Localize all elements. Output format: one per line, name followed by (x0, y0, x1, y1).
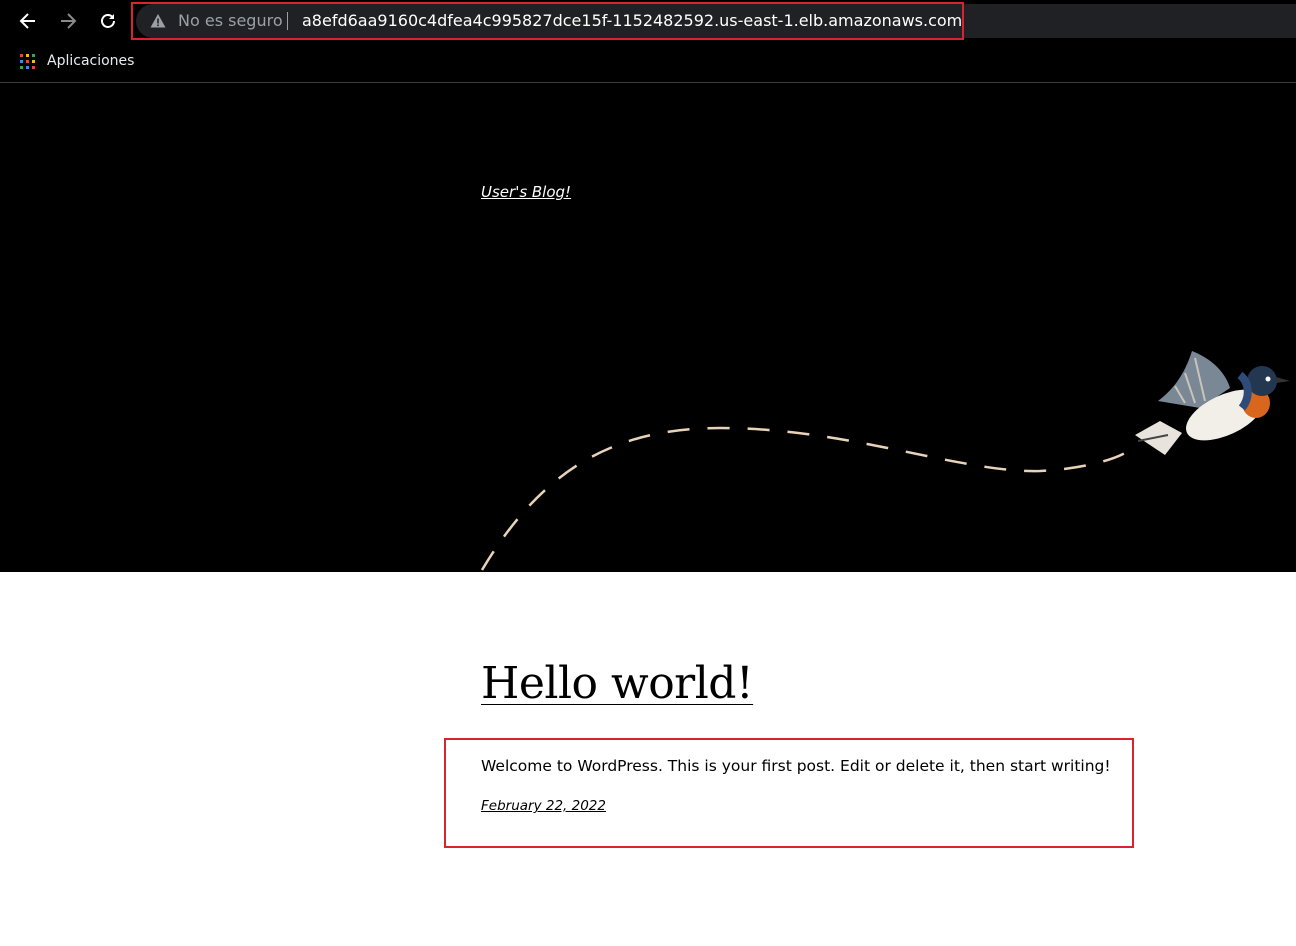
forward-button[interactable] (53, 6, 83, 36)
post-date-link[interactable]: February 22, 2022 (481, 798, 606, 814)
warning-triangle-icon[interactable] (150, 13, 166, 29)
browser-toolbar: No es seguro a8efd6aa9160c4dfea4c995827d… (0, 0, 1296, 42)
url-text[interactable]: a8efd6aa9160c4dfea4c995827dce15f-1152482… (302, 10, 962, 32)
bird-icon (1135, 351, 1290, 455)
omnibox-divider (287, 12, 288, 30)
site-header: User's Blog! (0, 83, 1296, 572)
bird-flight-path-illustration (480, 351, 1290, 571)
back-button[interactable] (13, 6, 43, 36)
address-bar[interactable]: No es seguro a8efd6aa9160c4dfea4c995827d… (136, 4, 1296, 38)
security-status-label[interactable]: No es seguro (178, 10, 283, 32)
post-title-link[interactable]: Hello world! (481, 653, 754, 715)
reload-button[interactable] (93, 6, 123, 36)
apps-grid-icon[interactable] (20, 54, 35, 69)
post-excerpt: Welcome to WordPress. This is your first… (481, 757, 1111, 775)
arrow-left-icon (19, 13, 35, 29)
dashed-flight-path (480, 426, 1126, 571)
bookmarks-bar: Aplicaciones (0, 42, 1296, 83)
reload-icon (101, 14, 115, 28)
arrow-right-icon (61, 13, 77, 29)
apps-bookmark-label[interactable]: Aplicaciones (47, 51, 134, 71)
